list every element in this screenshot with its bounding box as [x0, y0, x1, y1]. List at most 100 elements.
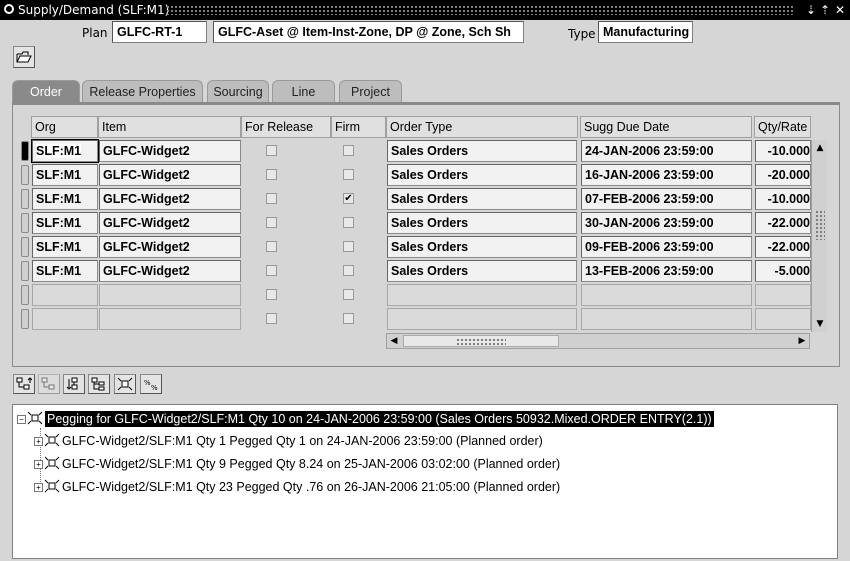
cell-order-type[interactable]	[387, 284, 577, 306]
row-indicator[interactable]	[21, 213, 29, 233]
cell-order-type[interactable]	[387, 308, 577, 330]
firm-checkbox[interactable]	[343, 265, 354, 276]
pegging-child-node[interactable]: + GLFC-Widget2/SLF:M1 Qty 23 Pegged Qty .…	[34, 478, 560, 496]
scroll-down-icon[interactable]: ▼	[813, 317, 827, 331]
firm-checkbox[interactable]	[343, 313, 354, 324]
expand-node-icon[interactable]: +	[34, 483, 43, 492]
expand-down-button[interactable]	[63, 374, 85, 394]
cell-item[interactable]: GLFC-Widget2	[99, 212, 241, 234]
pegging-child-node[interactable]: + GLFC-Widget2/SLF:M1 Qty 1 Pegged Qty 1 …	[34, 432, 543, 450]
svg-text:%: %	[144, 379, 151, 387]
cell-sugg-due-date[interactable]	[581, 308, 752, 330]
cell-item[interactable]: GLFC-Widget2	[99, 188, 241, 210]
cell-org[interactable]	[32, 308, 98, 330]
collapse-button[interactable]	[38, 374, 60, 394]
cell-org[interactable]: SLF:M1	[32, 164, 98, 186]
open-folder-button[interactable]	[13, 46, 35, 68]
row-indicator[interactable]	[21, 285, 29, 305]
for-release-checkbox[interactable]	[266, 169, 277, 180]
cell-sugg-due-date[interactable]	[581, 284, 752, 306]
firm-checkbox[interactable]	[343, 217, 354, 228]
scroll-thumb-grip[interactable]	[815, 210, 825, 240]
cell-qty-rate[interactable]: -10.000	[755, 140, 811, 162]
scroll-right-icon[interactable]: ▶	[795, 334, 809, 348]
cell-item[interactable]: GLFC-Widget2	[99, 164, 241, 186]
expand-up-button[interactable]	[13, 374, 35, 394]
row-indicator[interactable]	[21, 309, 29, 329]
cell-org[interactable]: SLF:M1	[32, 236, 98, 258]
cell-org[interactable]	[32, 284, 98, 306]
cell-order-type[interactable]: Sales Orders	[387, 188, 577, 210]
tab-release-properties[interactable]: Release Properties	[82, 80, 203, 102]
cell-sugg-due-date[interactable]: 30-JAN-2006 23:59:00	[581, 212, 752, 234]
horizontal-scrollbar[interactable]: ◀ ▶	[386, 333, 810, 349]
minimize-button[interactable]: ⇣	[804, 2, 818, 18]
row-indicator[interactable]	[21, 189, 29, 209]
cell-item[interactable]	[99, 308, 241, 330]
pegging-root-node[interactable]: − Pegging for GLFC-Widget2/SLF:M1 Qty 10 …	[17, 410, 714, 428]
type-field[interactable]: Manufacturing	[598, 21, 693, 43]
cell-qty-rate[interactable]: -20.000	[755, 164, 811, 186]
tab-order[interactable]: Order	[12, 80, 80, 103]
cell-qty-rate[interactable]	[755, 284, 811, 306]
cell-sugg-due-date[interactable]: 13-FEB-2006 23:59:00	[581, 260, 752, 282]
cell-org[interactable]: SLF:M1	[32, 212, 98, 234]
cell-item[interactable]: GLFC-Widget2	[99, 260, 241, 282]
cell-order-type[interactable]: Sales Orders	[387, 140, 577, 162]
cell-item[interactable]: GLFC-Widget2	[99, 140, 241, 162]
for-release-checkbox[interactable]	[266, 241, 277, 252]
collapse-node-icon[interactable]: −	[17, 415, 26, 424]
row-indicator[interactable]	[21, 261, 29, 281]
row-indicator[interactable]	[21, 165, 29, 185]
expand-node-icon[interactable]: +	[34, 437, 43, 446]
cell-sugg-due-date[interactable]: 07-FEB-2006 23:59:00	[581, 188, 752, 210]
horizontal-scroll-thumb[interactable]	[403, 335, 559, 347]
cell-order-type[interactable]: Sales Orders	[387, 260, 577, 282]
cell-item[interactable]: GLFC-Widget2	[99, 236, 241, 258]
expand-all-button[interactable]	[88, 374, 110, 394]
cell-item[interactable]	[99, 284, 241, 306]
for-release-checkbox[interactable]	[266, 193, 277, 204]
explode-button[interactable]	[114, 374, 136, 394]
cell-qty-rate[interactable]: -5.000	[755, 260, 811, 282]
cell-qty-rate[interactable]: -22.000	[755, 236, 811, 258]
pegging-child-node[interactable]: + GLFC-Widget2/SLF:M1 Qty 9 Pegged Qty 8.…	[34, 455, 560, 473]
maximize-button[interactable]: ⇡	[818, 2, 832, 18]
for-release-checkbox[interactable]	[266, 313, 277, 324]
expand-node-icon[interactable]: +	[34, 460, 43, 469]
for-release-checkbox[interactable]	[266, 145, 277, 156]
cell-org[interactable]: SLF:M1	[32, 188, 98, 210]
scroll-left-icon[interactable]: ◀	[387, 334, 401, 348]
tab-sourcing[interactable]: Sourcing	[207, 80, 269, 102]
for-release-checkbox[interactable]	[266, 289, 277, 300]
row-indicator[interactable]	[21, 237, 29, 257]
for-release-checkbox[interactable]	[266, 265, 277, 276]
percent-button[interactable]: %%	[140, 374, 162, 394]
for-release-checkbox[interactable]	[266, 217, 277, 228]
column-header-for-release: For Release	[241, 116, 331, 138]
firm-checkbox[interactable]	[343, 241, 354, 252]
plan-description-field[interactable]: GLFC-Aset @ Item-Inst-Zone, DP @ Zone, S…	[213, 21, 524, 43]
tab-line[interactable]: Line	[272, 80, 335, 102]
cell-order-type[interactable]: Sales Orders	[387, 164, 577, 186]
tab-project[interactable]: Project	[339, 80, 402, 102]
row-indicator[interactable]	[21, 141, 29, 161]
cell-sugg-due-date[interactable]: 16-JAN-2006 23:59:00	[581, 164, 752, 186]
scroll-up-icon[interactable]: ▲	[813, 141, 827, 155]
close-button[interactable]: ✕	[833, 2, 847, 18]
cell-order-type[interactable]: Sales Orders	[387, 212, 577, 234]
firm-checkbox[interactable]: ✔	[343, 193, 354, 204]
cell-org[interactable]: SLF:M1	[31, 139, 99, 163]
cell-qty-rate[interactable]: -22.000	[755, 212, 811, 234]
cell-order-type[interactable]: Sales Orders	[387, 236, 577, 258]
cell-sugg-due-date[interactable]: 09-FEB-2006 23:59:00	[581, 236, 752, 258]
vertical-scrollbar[interactable]: ▲ ▼	[811, 140, 827, 332]
cell-org[interactable]: SLF:M1	[32, 260, 98, 282]
cell-qty-rate[interactable]: -10.000	[755, 188, 811, 210]
firm-checkbox[interactable]	[343, 289, 354, 300]
cell-qty-rate[interactable]	[755, 308, 811, 330]
cell-sugg-due-date[interactable]: 24-JAN-2006 23:59:00	[581, 140, 752, 162]
firm-checkbox[interactable]	[343, 169, 354, 180]
firm-checkbox[interactable]	[343, 145, 354, 156]
plan-field[interactable]: GLFC-RT-1	[112, 21, 207, 43]
